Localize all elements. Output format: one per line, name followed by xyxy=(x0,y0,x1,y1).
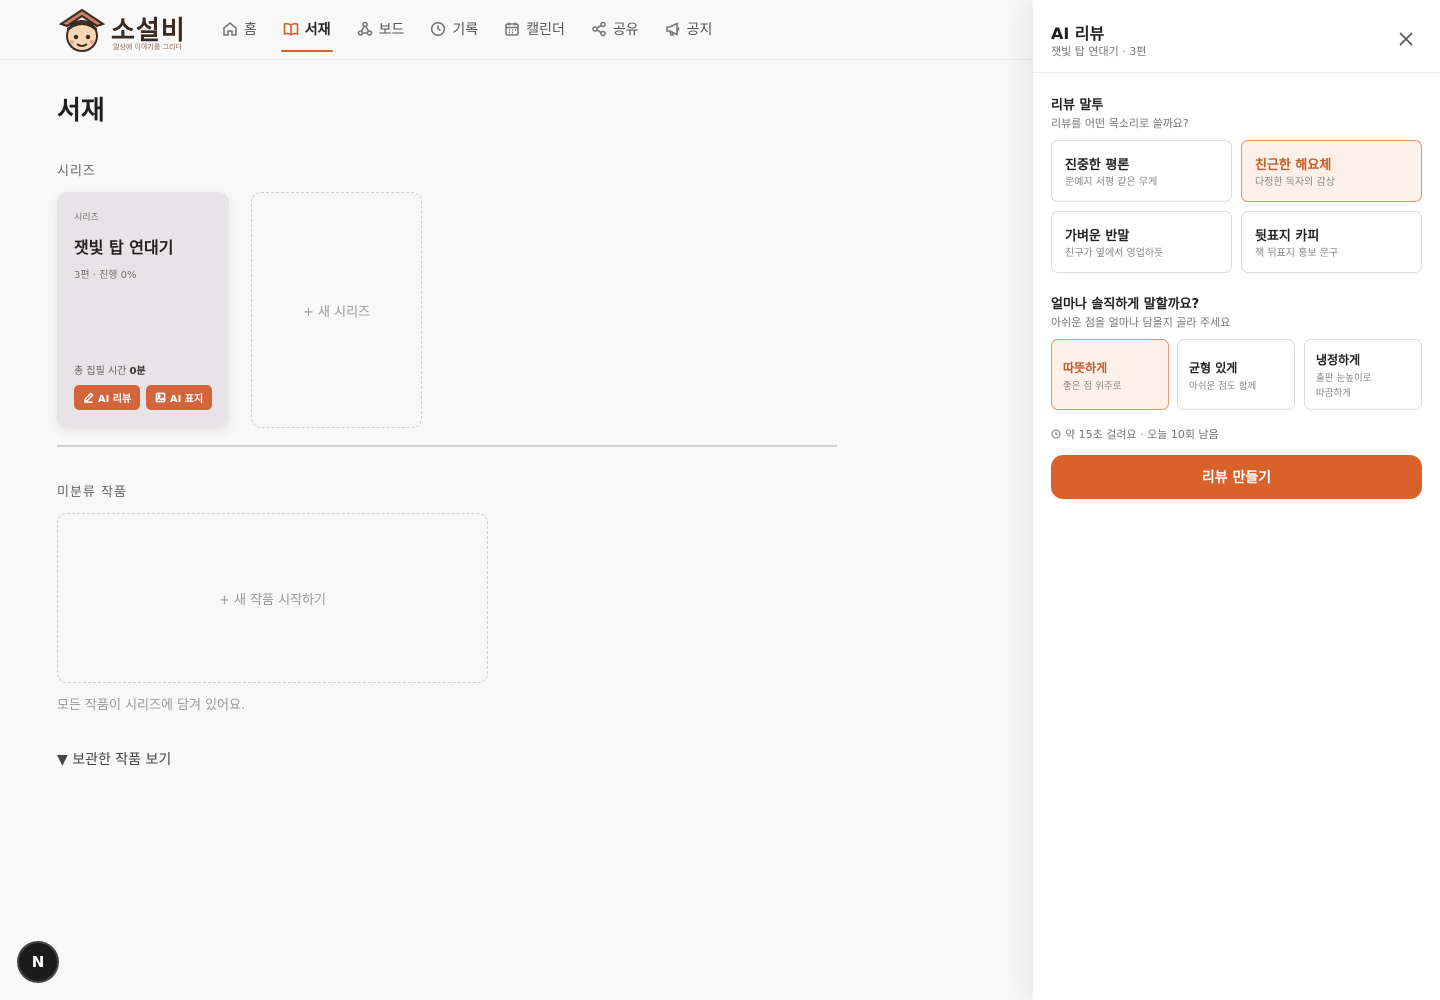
nav-item-label: 서재 xyxy=(304,22,331,38)
home-icon xyxy=(223,21,237,36)
ai-cover-button[interactable]: AI 표지 xyxy=(146,385,212,410)
clock-icon xyxy=(431,21,446,37)
option-description: 문예지 서평 같은 무게 xyxy=(1065,177,1158,188)
tone-option-serious[interactable]: 진중한 평론 문예지 서평 같은 무게 xyxy=(1051,140,1232,202)
series-card-meta: 3편 · 진행 0% xyxy=(74,270,137,281)
close-panel-button[interactable] xyxy=(1396,29,1416,49)
dev-tools-button[interactable]: N xyxy=(19,943,57,981)
option-description: 책 뒤표지 홍보 문구 xyxy=(1255,248,1339,259)
option-description: 친구가 옆에서 영업하듯 xyxy=(1065,248,1164,259)
nav-item-library[interactable]: 서재 xyxy=(280,6,333,52)
nav-item-share[interactable]: 공유 xyxy=(589,6,641,52)
new-work-button[interactable]: + 새 작품 시작하기 xyxy=(57,513,488,683)
writing-time-label: 총 집필 시간 xyxy=(74,366,127,377)
series-card-kicker: 시리즈 xyxy=(74,213,99,223)
close-icon xyxy=(1399,32,1413,46)
nav-item-label: 기록 xyxy=(452,22,479,38)
megaphone-icon xyxy=(665,22,679,36)
create-review-button[interactable]: 리뷰 만들기 xyxy=(1051,455,1422,499)
honesty-question-subtitle: 아쉬운 점을 얼마나 담을지 골라 주세요 xyxy=(1051,316,1231,329)
option-description: 다정한 독자의 감상 xyxy=(1255,177,1335,188)
logo-mascot-icon xyxy=(58,8,106,52)
option-label: 균형 있게 xyxy=(1189,361,1238,375)
ai-review-button-label: AI 리뷰 xyxy=(97,394,132,405)
option-label: 따뜻하게 xyxy=(1063,361,1108,375)
honesty-option-warm[interactable]: 따뜻하게 좋은 점 위주로 xyxy=(1051,339,1169,410)
honesty-question-title: 얼마나 솔직하게 말할까요? xyxy=(1051,297,1200,312)
pencil-icon xyxy=(83,392,94,403)
image-icon xyxy=(155,392,166,403)
share-icon xyxy=(592,21,606,37)
clock-icon xyxy=(1051,429,1061,439)
writing-time-value: 0분 xyxy=(129,366,146,377)
nav-item-home[interactable]: 홈 xyxy=(220,6,259,52)
panel-subtitle: 잿빛 탑 연대기 · 3편 xyxy=(1051,45,1147,58)
nav-item-records[interactable]: 기록 xyxy=(428,6,480,52)
app-logo[interactable]: 소설비 일상에 이야기를 그리다 xyxy=(57,6,192,54)
option-label: 친근한 해요체 xyxy=(1255,158,1332,173)
series-section-label: 시리즈 xyxy=(57,164,96,179)
archived-works-toggle[interactable]: ▼ 보관한 작품 보기 xyxy=(57,749,171,769)
series-card[interactable]: 시리즈 잿빛 탑 연대기 3편 · 진행 0% 총 집필 시간 0분 AI 리뷰… xyxy=(57,192,229,428)
tone-question-subtitle: 리뷰를 어떤 목소리로 쓸까요? xyxy=(1051,117,1189,130)
option-description: 좋은 점 위주로 xyxy=(1063,381,1122,392)
time-estimate-text: 약 15초 걸려요 · 오늘 10회 남음 xyxy=(1065,428,1219,441)
new-series-button[interactable]: + 새 시리즈 xyxy=(251,192,422,428)
page-title: 서재 xyxy=(57,96,105,126)
option-description: 따끔하게 xyxy=(1316,388,1351,399)
honesty-option-balanced[interactable]: 균형 있게 아쉬운 점도 함께 xyxy=(1177,339,1295,410)
honesty-option-strict[interactable]: 냉정하게 출판 눈높이로 따끔하게 xyxy=(1304,339,1422,410)
nav-item-label: 공유 xyxy=(612,22,639,38)
logo-tagline: 일상에 이야기를 그리다 xyxy=(113,43,182,51)
panel-title: AI 리뷰 xyxy=(1051,24,1105,43)
tone-option-blurb[interactable]: 뒷표지 카피 책 뒤표지 홍보 문구 xyxy=(1241,211,1422,273)
tone-question-title: 리뷰 말투 xyxy=(1051,98,1104,113)
ai-review-button[interactable]: AI 리뷰 xyxy=(74,385,140,410)
nav-item-board[interactable]: 보드 xyxy=(355,6,407,52)
nav-item-calendar[interactable]: 캘린더 xyxy=(502,6,567,52)
option-description: 출판 눈높이로 xyxy=(1316,373,1372,384)
nav-item-label: 보드 xyxy=(378,22,405,38)
option-description: 아쉬운 점도 함께 xyxy=(1189,381,1257,392)
tone-option-casual[interactable]: 가벼운 반말 친구가 옆에서 영업하듯 xyxy=(1051,211,1232,273)
calendar-icon xyxy=(505,22,519,36)
nav-item-label: 홈 xyxy=(244,22,257,38)
option-label: 냉정하게 xyxy=(1316,353,1361,367)
option-label: 뒷표지 카피 xyxy=(1255,229,1320,244)
series-card-title: 잿빛 탑 연대기 xyxy=(74,238,174,257)
panel-header: AI 리뷰 잿빛 탑 연대기 · 3편 xyxy=(1033,0,1440,73)
nav-item-label: 공지 xyxy=(686,22,713,38)
option-label: 진중한 평론 xyxy=(1065,158,1130,173)
option-label: 가벼운 반말 xyxy=(1065,229,1130,244)
ai-review-panel: AI 리뷰 잿빛 탑 연대기 · 3편 리뷰 말투 리뷰를 어떤 목소리로 쓸까… xyxy=(1033,0,1440,1000)
board-icon xyxy=(357,21,372,36)
book-icon xyxy=(283,22,299,36)
section-divider xyxy=(57,445,837,447)
unsorted-section-label: 미분류 작품 xyxy=(57,485,127,500)
tone-option-friendly[interactable]: 친근한 해요체 다정한 독자의 감상 xyxy=(1241,140,1422,202)
nav-item-notice[interactable]: 공지 xyxy=(663,6,715,52)
ai-cover-button-label: AI 표지 xyxy=(169,394,204,405)
main-nav: 홈 서재 보드 기록 캘린더 공유 공지 xyxy=(220,0,736,60)
time-estimate-note: 약 15초 걸려요 · 오늘 10회 남음 xyxy=(1051,426,1219,442)
empty-state-note: 모든 작품이 시리즈에 담겨 있어요. xyxy=(57,698,246,713)
series-card-writing-time: 총 집필 시간 0분 xyxy=(74,362,146,377)
nav-item-label: 캘린더 xyxy=(526,22,565,38)
